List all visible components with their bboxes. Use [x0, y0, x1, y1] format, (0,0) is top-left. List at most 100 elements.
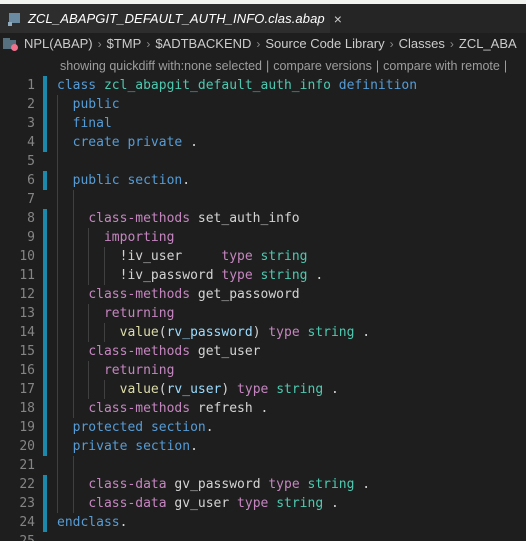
- breadcrumb-item[interactable]: $TMP: [107, 36, 142, 51]
- code-token: class-data: [88, 477, 167, 492]
- editor-tab-active[interactable]: ZCL_ABAPGIT_DEFAULT_AUTH_INFO.clas.abap …: [0, 4, 342, 33]
- line-number: 11: [19, 268, 35, 283]
- code-token: rv_password: [166, 325, 253, 340]
- indent-guide: [57, 418, 58, 437]
- indent-guide: [72, 323, 74, 342]
- indent-guide: [72, 228, 74, 247]
- breadcrumb-item[interactable]: NPL(ABAP): [24, 36, 93, 51]
- code-token: create: [72, 135, 120, 150]
- code-token: get_passoword: [197, 287, 300, 302]
- code-token: .: [330, 382, 339, 397]
- code-line[interactable]: 15 class-methods get_user: [0, 342, 526, 361]
- code-token: type: [237, 382, 269, 397]
- breadcrumb-separator: ›: [449, 37, 454, 51]
- code-line[interactable]: 18 class-methods refresh .: [0, 399, 526, 418]
- code-token: private: [127, 135, 183, 150]
- line-number: 22: [19, 477, 35, 492]
- code-line[interactable]: 2 public: [0, 95, 526, 114]
- code-text: protected section.: [47, 418, 526, 437]
- close-icon[interactable]: ×: [334, 12, 342, 26]
- breadcrumb-item[interactable]: $ADTBACKEND: [155, 36, 251, 51]
- breadcrumb-item[interactable]: Classes: [399, 36, 445, 51]
- indent-guide: [72, 475, 74, 494]
- code-line[interactable]: 23 class-data gv_user type string .: [0, 494, 526, 513]
- code-line[interactable]: 24 endclass.: [0, 513, 526, 532]
- code-line[interactable]: 19 protected section.: [0, 418, 526, 437]
- line-number: 15: [19, 344, 35, 359]
- indent-guide: [72, 266, 74, 285]
- code-line[interactable]: 12 class-methods get_passoword: [0, 285, 526, 304]
- indent-guide: [57, 133, 58, 152]
- code-line[interactable]: 1 class zcl_abapgit_default_auth_info def…: [0, 76, 526, 95]
- code-line[interactable]: 22 class-data gv_password type string .: [0, 475, 526, 494]
- indent-guide: [57, 456, 58, 475]
- code-text: [47, 152, 526, 171]
- code-line[interactable]: 25: [0, 532, 526, 541]
- indent-guide: [57, 114, 58, 133]
- code-token: returning: [103, 363, 175, 378]
- code-token: public: [72, 173, 120, 188]
- quickdiff-separator-1: |: [265, 58, 270, 73]
- code-token: protected: [72, 420, 144, 435]
- line-number: 21: [19, 458, 35, 473]
- indent-guide: [88, 266, 90, 285]
- code-editor[interactable]: 1 class zcl_abapgit_default_auth_info def…: [0, 76, 526, 541]
- code-line[interactable]: 13 returning: [0, 304, 526, 323]
- code-token: string: [260, 249, 308, 264]
- code-line[interactable]: 10 !iv_user type string: [0, 247, 526, 266]
- code-line[interactable]: 6 public section.: [0, 171, 526, 190]
- code-text: returning: [47, 304, 526, 323]
- code-token: .: [205, 420, 214, 435]
- line-number: 25: [0, 532, 40, 541]
- code-line[interactable]: 4 create private .: [0, 133, 526, 152]
- code-text: importing: [47, 228, 526, 247]
- code-line[interactable]: 9 importing: [0, 228, 526, 247]
- indent-guide: [57, 380, 58, 399]
- code-line[interactable]: 8 class-methods set_auth_info: [0, 209, 526, 228]
- indent-guide: [57, 95, 58, 114]
- editor-tab-bar: ZCL_ABAPGIT_DEFAULT_AUTH_INFO.clas.abap …: [0, 4, 526, 33]
- line-number: 13: [19, 306, 35, 321]
- code-line[interactable]: 7: [0, 190, 526, 209]
- code-token: get_user: [197, 344, 261, 359]
- code-line[interactable]: 14 value(rv_password) type string .: [0, 323, 526, 342]
- code-line[interactable]: 3 final: [0, 114, 526, 133]
- compare-with-remote-link[interactable]: compare with remote: [383, 59, 500, 73]
- code-token: zcl_abapgit_default_auth_info: [103, 78, 331, 93]
- line-number: 19: [19, 420, 35, 435]
- breadcrumb-item[interactable]: Source Code Library: [265, 36, 384, 51]
- compare-versions-link[interactable]: compare versions: [273, 59, 372, 73]
- code-line[interactable]: 21: [0, 456, 526, 475]
- code-line[interactable]: 20 private section.: [0, 437, 526, 456]
- code-token: importing: [103, 230, 175, 245]
- code-line[interactable]: 11 !iv_password type string .: [0, 266, 526, 285]
- line-number: 5: [27, 154, 35, 169]
- indent-guide: [72, 456, 74, 475]
- breadcrumb-separator: ›: [256, 37, 261, 51]
- code-line[interactable]: 5: [0, 152, 526, 171]
- code-line[interactable]: 17 value(rv_user) type string .: [0, 380, 526, 399]
- code-line[interactable]: 16 returning: [0, 361, 526, 380]
- line-number: 1: [27, 78, 35, 93]
- line-number: 12: [19, 287, 35, 302]
- code-text: class-methods refresh .: [47, 399, 526, 418]
- line-number: 4: [27, 135, 35, 150]
- abap-class-file-icon: [8, 12, 22, 26]
- line-number: 7: [27, 192, 35, 207]
- indent-guide: [88, 228, 90, 247]
- indent-guide: [88, 304, 90, 323]
- code-token: (: [158, 382, 167, 397]
- code-token: refresh: [197, 401, 253, 416]
- breadcrumb-item[interactable]: ZCL_ABA: [459, 36, 517, 51]
- line-number: 10: [19, 249, 35, 264]
